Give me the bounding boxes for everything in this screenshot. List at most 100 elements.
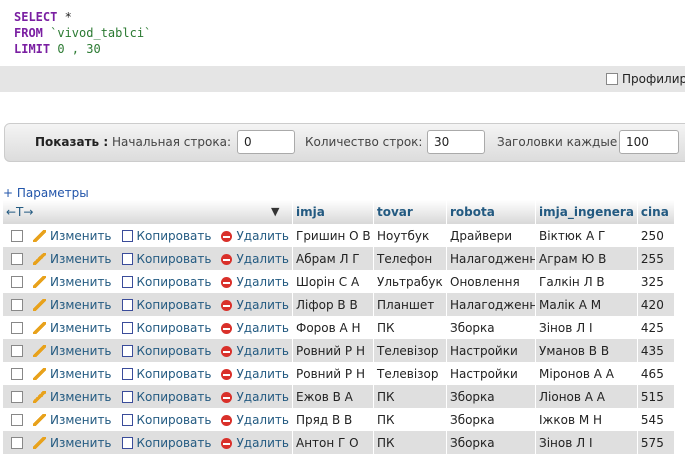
cell-cina[interactable]: 325	[637, 270, 675, 293]
column-header-cina[interactable]: cina	[637, 200, 675, 224]
cell-robota[interactable]: Зборка	[446, 316, 536, 339]
column-header-imja-ingenera[interactable]: imja_ingenera	[535, 200, 638, 224]
delete-link[interactable]: Удалить	[221, 252, 289, 266]
cell-robota[interactable]: Настройки	[446, 362, 536, 385]
column-header-robota[interactable]: robota	[446, 200, 536, 224]
sort-dropdown-icon[interactable]: ▼	[271, 205, 279, 218]
column-header-tovar[interactable]: tovar	[373, 200, 447, 224]
cell-imja-ingenera[interactable]: Зінов Л І	[535, 316, 638, 339]
edit-link[interactable]: Изменить	[33, 321, 112, 335]
edit-link[interactable]: Изменить	[33, 367, 112, 381]
edit-link[interactable]: Изменить	[33, 436, 112, 450]
copy-link[interactable]: Копировать	[121, 367, 211, 381]
row-checkbox[interactable]	[11, 368, 23, 380]
cell-tovar[interactable]: ПК	[373, 385, 447, 408]
delete-link[interactable]: Удалить	[221, 436, 289, 450]
cell-cina[interactable]: 250	[637, 224, 675, 247]
cell-tovar[interactable]: Ноутбук	[373, 224, 447, 247]
cell-robota[interactable]: Налагодженн	[446, 293, 536, 316]
cell-imja[interactable]: Ежов В А	[292, 385, 374, 408]
cell-cina[interactable]: 465	[637, 362, 675, 385]
edit-link[interactable]: Изменить	[33, 413, 112, 427]
copy-link[interactable]: Копировать	[121, 413, 211, 427]
cell-robota[interactable]: Зборка	[446, 385, 536, 408]
cell-tovar[interactable]: ПК	[373, 316, 447, 339]
delete-link[interactable]: Удалить	[221, 298, 289, 312]
row-checkbox[interactable]	[11, 276, 23, 288]
cell-tovar[interactable]: Ультрабук	[373, 270, 447, 293]
row-count-input[interactable]: 30	[427, 130, 485, 154]
cell-imja[interactable]: Гришин О В	[292, 224, 374, 247]
cell-imja[interactable]: Абрам Л Г	[292, 247, 374, 270]
delete-link[interactable]: Удалить	[221, 229, 289, 243]
cell-cina[interactable]: 435	[637, 339, 675, 362]
cell-imja-ingenera[interactable]: Зінов Л І	[535, 431, 638, 454]
copy-link[interactable]: Копировать	[121, 436, 211, 450]
cell-imja[interactable]: Ровний Р Н	[292, 362, 374, 385]
cell-imja-ingenera[interactable]: Галкін Л В	[535, 270, 638, 293]
cell-cina[interactable]: 575	[637, 431, 675, 454]
edit-link[interactable]: Изменить	[33, 229, 112, 243]
delete-link[interactable]: Удалить	[221, 367, 289, 381]
cell-imja[interactable]: Шорін С А	[292, 270, 374, 293]
delete-link[interactable]: Удалить	[221, 390, 289, 404]
row-checkbox[interactable]	[11, 437, 23, 449]
cell-imja[interactable]: Форов А Н	[292, 316, 374, 339]
cell-imja-ingenera[interactable]: Віктюк А Г	[535, 224, 638, 247]
cell-imja[interactable]: Ровний Р Н	[292, 339, 374, 362]
row-checkbox[interactable]	[11, 253, 23, 265]
delete-link[interactable]: Удалить	[221, 275, 289, 289]
cell-imja-ingenera[interactable]: Уманов В В	[535, 339, 638, 362]
cell-cina[interactable]: 255	[637, 247, 675, 270]
column-header-imja[interactable]: imja	[292, 200, 374, 224]
cell-tovar[interactable]: Телевізор	[373, 362, 447, 385]
delete-link[interactable]: Удалить	[221, 413, 289, 427]
delete-link[interactable]: Удалить	[221, 321, 289, 335]
delete-link[interactable]: Удалить	[221, 344, 289, 358]
profiling-toggle[interactable]: Профилир	[606, 72, 685, 86]
edit-link[interactable]: Изменить	[33, 344, 112, 358]
cell-imja-ingenera[interactable]: Аграм Ю В	[535, 247, 638, 270]
cell-robota[interactable]: Драйвери	[446, 224, 536, 247]
row-checkbox[interactable]	[11, 391, 23, 403]
edit-link[interactable]: Изменить	[33, 252, 112, 266]
cell-cina[interactable]: 425	[637, 316, 675, 339]
row-checkbox[interactable]	[11, 299, 23, 311]
start-row-input[interactable]: 0	[237, 130, 295, 154]
cell-robota[interactable]: Зборка	[446, 408, 536, 431]
cell-robota[interactable]: Зборка	[446, 431, 536, 454]
cell-tovar[interactable]: Телевізор	[373, 339, 447, 362]
cell-robota[interactable]: Настройки	[446, 339, 536, 362]
column-resize-arrows-icon[interactable]: ←T→	[6, 205, 33, 219]
row-checkbox[interactable]	[11, 322, 23, 334]
headers-every-input[interactable]: 100	[619, 130, 679, 154]
edit-link[interactable]: Изменить	[33, 390, 112, 404]
row-checkbox[interactable]	[11, 345, 23, 357]
row-checkbox[interactable]	[11, 230, 23, 242]
copy-link[interactable]: Копировать	[121, 275, 211, 289]
copy-link[interactable]: Копировать	[121, 321, 211, 335]
cell-tovar[interactable]: ПК	[373, 431, 447, 454]
copy-link[interactable]: Копировать	[121, 229, 211, 243]
cell-imja[interactable]: Пряд В В	[292, 408, 374, 431]
cell-cina[interactable]: 515	[637, 385, 675, 408]
parameters-link[interactable]: + Параметры	[3, 186, 89, 200]
cell-tovar[interactable]: Телефон	[373, 247, 447, 270]
cell-imja[interactable]: Ліфор В В	[292, 293, 374, 316]
profiling-checkbox[interactable]	[606, 73, 618, 85]
copy-link[interactable]: Копировать	[121, 298, 211, 312]
cell-cina[interactable]: 545	[637, 408, 675, 431]
edit-link[interactable]: Изменить	[33, 275, 112, 289]
cell-tovar[interactable]: Планшет	[373, 293, 447, 316]
cell-tovar[interactable]: ПК	[373, 408, 447, 431]
cell-robota[interactable]: Оновлення	[446, 270, 536, 293]
edit-link[interactable]: Изменить	[33, 298, 112, 312]
cell-cina[interactable]: 420	[637, 293, 675, 316]
copy-link[interactable]: Копировать	[121, 344, 211, 358]
cell-imja-ingenera[interactable]: Малік А М	[535, 293, 638, 316]
cell-imja-ingenera[interactable]: Міронов А А	[535, 362, 638, 385]
cell-imja-ingenera[interactable]: Іжков М Н	[535, 408, 638, 431]
copy-link[interactable]: Копировать	[121, 390, 211, 404]
copy-link[interactable]: Копировать	[121, 252, 211, 266]
cell-imja[interactable]: Антон Г О	[292, 431, 374, 454]
